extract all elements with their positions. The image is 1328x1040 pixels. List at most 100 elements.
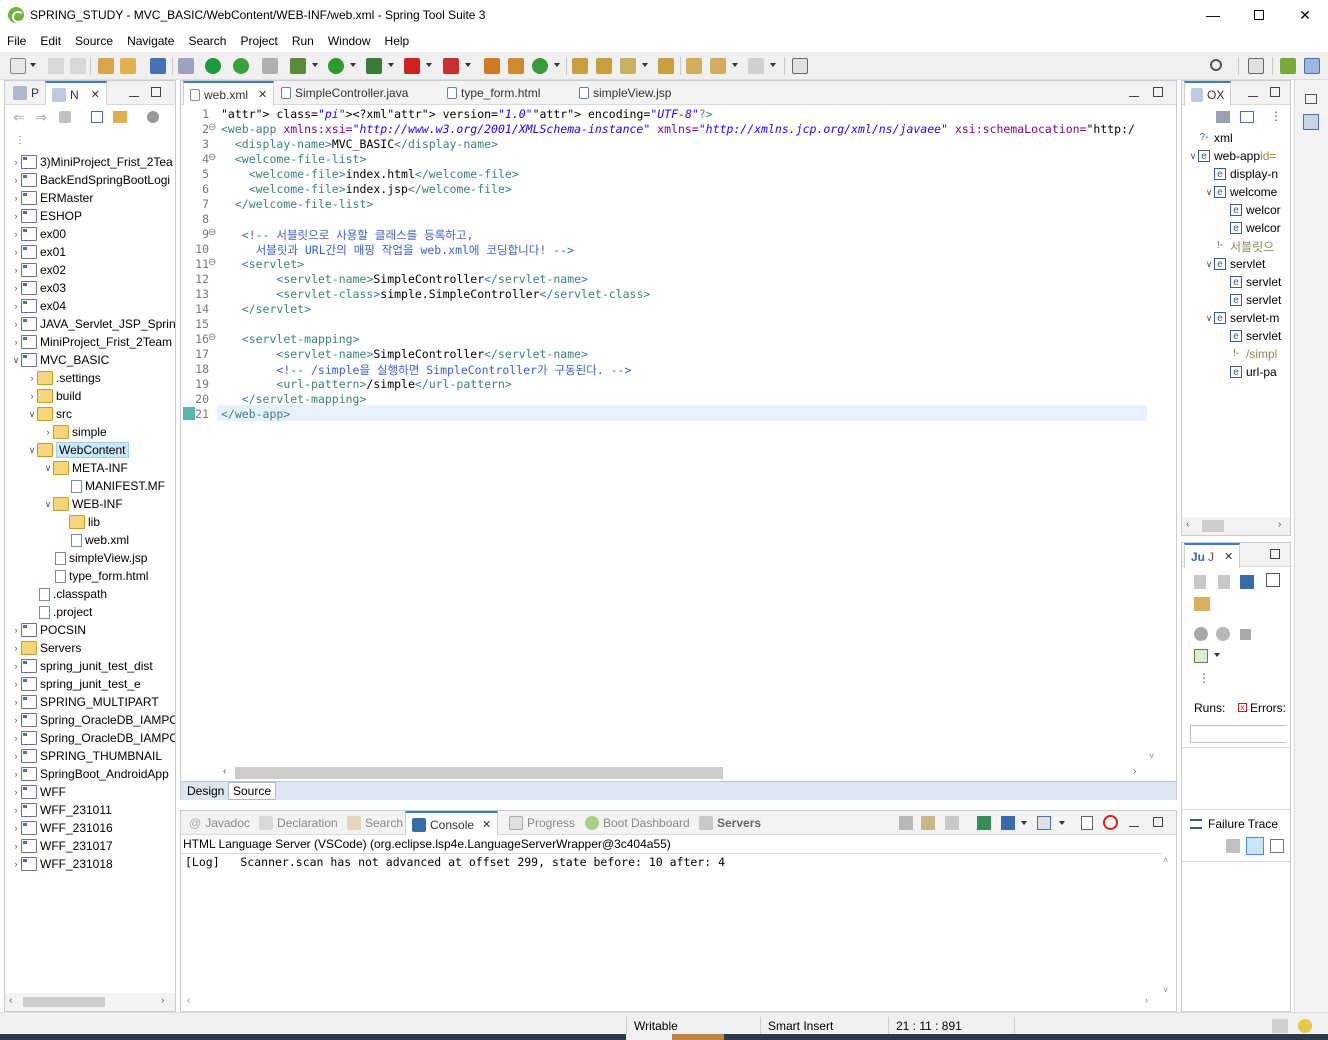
java-ee-perspective-icon[interactable] <box>1304 58 1320 74</box>
chevron-right-icon[interactable]: › <box>11 805 21 815</box>
start-server-icon[interactable] <box>205 58 221 74</box>
fold-toggle-icon[interactable]: ⊖ <box>208 332 216 343</box>
maximize-icon[interactable] <box>151 87 161 97</box>
restore-icon[interactable] <box>1305 94 1317 104</box>
remove-launch-icon[interactable] <box>1103 815 1118 830</box>
collapse-icon[interactable] <box>1240 111 1254 123</box>
external-tools-icon[interactable] <box>443 58 459 74</box>
run-icon[interactable] <box>328 58 344 74</box>
stop-icon[interactable] <box>1240 629 1251 640</box>
tab-junit[interactable]: Ju J ✕ <box>1184 543 1241 568</box>
menu-help[interactable]: Help <box>378 34 417 48</box>
pin-editor-icon[interactable] <box>792 58 808 74</box>
tab-navigator[interactable]: N ✕ <box>45 81 107 106</box>
close-icon[interactable]: ✕ <box>482 818 491 831</box>
spring-perspective-icon[interactable] <box>1280 58 1296 74</box>
scroll-lock-icon[interactable] <box>1266 573 1280 587</box>
outline-item[interactable]: ∨ e web-app id= <box>1182 147 1277 165</box>
sort-icon[interactable] <box>1216 111 1230 123</box>
more-icon[interactable]: ⋮ <box>1198 671 1210 685</box>
tab-declaration[interactable]: Declaration <box>253 811 344 835</box>
menu-window[interactable]: Window <box>321 34 378 48</box>
deploy-icon[interactable] <box>262 58 278 74</box>
minimize-icon[interactable] <box>1248 87 1258 97</box>
chevron-right-icon[interactable]: › <box>11 841 21 851</box>
save-all-icon[interactable] <box>70 58 86 74</box>
chevron-right-icon[interactable]: › <box>11 787 21 797</box>
search-icon[interactable] <box>1210 59 1222 71</box>
tree-item[interactable]: › WFF_231017 <box>5 837 113 855</box>
tab-web-xml[interactable]: web.xml ✕ <box>183 81 275 106</box>
tips-icon[interactable] <box>1298 1019 1312 1033</box>
tab-design[interactable]: Design <box>183 783 229 799</box>
save-icon[interactable] <box>48 58 64 74</box>
tab-search[interactable]: Search <box>341 811 409 835</box>
skip-breakpoints-icon[interactable] <box>178 58 194 74</box>
word-wrap-icon[interactable] <box>945 816 959 830</box>
fold-toggle-icon[interactable]: ⊖ <box>208 152 216 163</box>
outline-item[interactable]: e welcor <box>1182 219 1281 237</box>
maximize-icon[interactable] <box>1270 549 1280 559</box>
tree-item[interactable]: › WFF_231016 <box>5 819 113 837</box>
outline-item[interactable]: !- 서블릿으 <box>1182 237 1274 255</box>
menu-edit[interactable]: Edit <box>33 34 68 48</box>
menu-search[interactable]: Search <box>181 34 233 48</box>
console-vscrollbar[interactable]: ˄ ˅ <box>1161 855 1175 995</box>
explorer-hscrollbar[interactable]: ‹ › <box>5 993 175 1011</box>
tab-simplecontroller-java[interactable]: SimpleController.java <box>275 81 414 105</box>
menu-project[interactable]: Project <box>233 34 284 48</box>
notification-icon[interactable] <box>1272 1019 1288 1033</box>
next-failure-icon[interactable] <box>1194 575 1206 589</box>
chevron-right-icon[interactable]: › <box>11 769 21 779</box>
maximize-button[interactable] <box>1236 0 1282 30</box>
compare-icon[interactable] <box>1270 839 1284 853</box>
tab-simpleview-jsp[interactable]: simpleView.jsp <box>573 81 677 105</box>
chevron-down-icon[interactable]: ∨ <box>1204 313 1214 324</box>
scroll-lock-icon[interactable] <box>921 816 935 830</box>
maximize-icon[interactable] <box>1153 817 1163 827</box>
annotation-icon[interactable] <box>658 58 674 74</box>
maximize-icon[interactable] <box>1270 87 1280 97</box>
fold-toggle-icon[interactable]: ⊖ <box>208 227 216 238</box>
minimize-icon[interactable] <box>1129 817 1139 827</box>
close-button[interactable]: ✕ <box>1282 0 1328 30</box>
outline-item[interactable]: ∨ e welcome <box>1182 183 1278 201</box>
outline-hscrollbar[interactable]: ‹ › <box>1182 517 1290 535</box>
tab-source[interactable]: Source <box>228 782 277 800</box>
previous-failure-icon[interactable] <box>1218 575 1230 589</box>
outline-item[interactable]: ?- xml <box>1182 129 1233 147</box>
more-icon[interactable]: ⋮ <box>1270 109 1282 123</box>
clear-console-icon[interactable] <box>899 816 913 830</box>
chevron-down-icon[interactable]: ∨ <box>1188 151 1198 162</box>
back-icon[interactable] <box>710 58 726 74</box>
open-perspective-icon[interactable] <box>1248 58 1264 74</box>
tab-console[interactable]: Console ✕ <box>405 811 499 836</box>
show-failures-only-icon[interactable] <box>1240 575 1254 589</box>
menu-source[interactable]: Source <box>68 34 120 48</box>
new-class-icon[interactable] <box>532 58 548 74</box>
outline-item[interactable]: ∨ e servlet-m <box>1182 309 1280 327</box>
tab-boot-dashboard[interactable]: Boot Dashboard <box>579 811 696 835</box>
code-area[interactable]: 1 "attr"> class="pi"><?xml"attr"> version… <box>1 107 1147 747</box>
open-console-icon[interactable] <box>1037 816 1051 830</box>
chevron-right-icon[interactable]: › <box>11 751 21 761</box>
tab-progress[interactable]: Progress <box>503 811 581 835</box>
rerun-icon[interactable] <box>1194 627 1208 641</box>
chevron-down-icon[interactable]: ∨ <box>1204 259 1214 270</box>
forward-icon[interactable] <box>748 58 764 74</box>
close-icon[interactable]: ✕ <box>91 88 100 101</box>
tree-item[interactable]: › SpringBoot_AndroidApp <box>5 765 169 783</box>
editor-hscrollbar[interactable]: ‹ › <box>221 765 1147 781</box>
fold-toggle-icon[interactable]: ⊖ <box>208 257 216 268</box>
fold-toggle-icon[interactable]: ⊖ <box>208 122 216 133</box>
terminal-icon[interactable] <box>150 58 166 74</box>
tree-item[interactable]: › SPRING_THUMBNAIL <box>5 747 162 765</box>
outline-item[interactable]: e display-n <box>1182 165 1278 183</box>
close-icon[interactable]: ✕ <box>258 88 267 101</box>
close-icon[interactable]: ✕ <box>1224 550 1233 563</box>
filter-stack-icon[interactable] <box>1246 837 1264 855</box>
layout-icon[interactable] <box>1194 597 1210 611</box>
search-tool-icon[interactable] <box>620 58 636 74</box>
tree-item[interactable]: › WFF <box>5 783 66 801</box>
display-console-icon[interactable] <box>1001 816 1015 830</box>
